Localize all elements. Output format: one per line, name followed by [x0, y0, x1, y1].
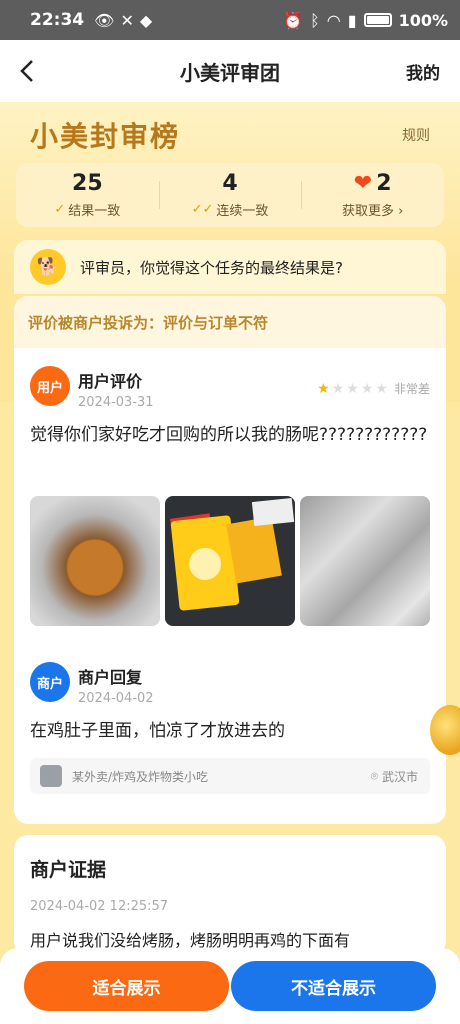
evidence-time: 2024-04-02 12:25:57	[30, 899, 169, 914]
user-review-date: 2024-03-31	[78, 395, 154, 410]
check-icon: ✓	[54, 202, 66, 217]
review-photos	[30, 496, 430, 626]
notification-icons: 👁 ✕ ◆	[94, 11, 152, 30]
status-bar: 22:34 👁 ✕ ◆ ⏰ ᛒ ◠ ▮ 100%	[0, 0, 460, 40]
location-pin-icon: ⌾	[370, 768, 378, 783]
user-review-text: 觉得你们家好吃才回购的所以我的肠呢????????????	[30, 425, 428, 445]
double-check-icon: ✓✓	[191, 202, 214, 217]
stat-value: 4	[222, 171, 238, 196]
photo-roast-chicken[interactable]	[30, 496, 160, 626]
rating-label: 非常差	[393, 382, 430, 396]
merchant-reply-title: 商户回复	[78, 668, 143, 687]
status-time: 22:34	[30, 10, 85, 30]
question-text: 评审员，你觉得这个任务的最终结果是?	[80, 258, 343, 277]
user-review-header: 用户 用户评价 2024-03-31 ★ ★ ★ ★ ★ 非常差	[30, 366, 430, 410]
merchant-reply-text: 在鸡肚子里面，怕凉了才放进去的	[30, 721, 285, 741]
shop-info: 某外卖/炸鸡及炸物类小吃 ⌾ 武汉市	[30, 758, 430, 794]
alarm-icon: ⏰	[283, 10, 304, 30]
suitable-button[interactable]: 适合展示	[24, 961, 229, 1011]
heart-icon: ❤	[353, 171, 373, 196]
mascot-icon: 🐕	[30, 249, 66, 285]
stat-label: 连续一致	[216, 204, 269, 219]
shop-city: 武汉市	[381, 769, 418, 784]
stat-value: 25	[72, 171, 103, 196]
user-avatar: 用户	[30, 366, 70, 406]
eye-icon: 👁	[94, 10, 115, 30]
evidence-title: 商户证据	[30, 859, 107, 881]
star-icon: ★	[375, 380, 388, 397]
back-arrow-icon[interactable]	[12, 54, 46, 88]
app-icon: ✕	[120, 10, 134, 30]
stat-label: 结果一致	[68, 204, 121, 219]
complaint-reason: 评价被商户投诉为：评价与订单不符	[14, 296, 446, 348]
page-title: 小美评审团	[180, 60, 280, 85]
star-icon: ★	[360, 380, 374, 397]
rating-stars: ★ ★ ★ ★ ★ 非常差	[317, 380, 430, 397]
stat-value: 2	[376, 171, 392, 196]
action-bar: 适合展示 不适合展示	[0, 948, 460, 1024]
brand-title: 小美封审榜	[30, 120, 181, 153]
shop-icon	[40, 765, 62, 787]
signal-icon: ▮	[347, 10, 357, 30]
stats-panel: 25 ✓ 结果一致 4 ✓✓ 连续一致 ❤ 2 获取更多 ›	[16, 163, 444, 227]
star-icon: ★	[331, 380, 345, 397]
star-icon: ★	[317, 380, 330, 397]
rules-link[interactable]: 规则	[402, 125, 430, 145]
merchant-reply-header: 商户 商户回复 2024-04-02	[30, 662, 430, 706]
get-more-link[interactable]: 获取更多 ›	[342, 200, 403, 219]
unsuitable-button[interactable]: 不适合展示	[231, 961, 436, 1011]
stat-hearts[interactable]: ❤ 2 获取更多 ›	[301, 163, 444, 227]
question-banner: 🐕 评审员，你觉得这个任务的最终结果是?	[14, 240, 446, 294]
star-icon: ★	[346, 380, 359, 397]
shop-category: 某外卖/炸鸡及炸物类小吃	[72, 769, 209, 784]
system-icons: ⏰ ᛒ ◠ ▮ 100%	[283, 11, 448, 30]
wifi-icon: ◠	[326, 10, 341, 30]
merchant-avatar: 商户	[30, 662, 70, 702]
nav-bar: 小美评审团 我的	[0, 40, 460, 102]
merchant-evidence-card: 商户证据 2024-04-02 12:25:57 用户说我们没给烤肠，烤肠明明再…	[14, 835, 446, 955]
stat-streak: 4 ✓✓ 连续一致	[158, 163, 302, 227]
app-icon: ◆	[139, 10, 153, 30]
mine-link[interactable]: 我的	[406, 59, 440, 84]
photo-foil[interactable]	[300, 496, 430, 626]
user-review-title: 用户评价	[78, 372, 143, 391]
battery-icon	[363, 13, 392, 27]
photo-packaging[interactable]	[165, 496, 295, 626]
merchant-reply-date: 2024-04-02	[78, 691, 154, 706]
review-card: 评价被商户投诉为：评价与订单不符 用户 用户评价 2024-03-31 ★ ★ …	[14, 296, 446, 824]
bluetooth-icon: ᛒ	[310, 10, 320, 30]
battery-percent: 100%	[398, 10, 448, 30]
stat-consistent: 25 ✓ 结果一致	[16, 163, 159, 227]
